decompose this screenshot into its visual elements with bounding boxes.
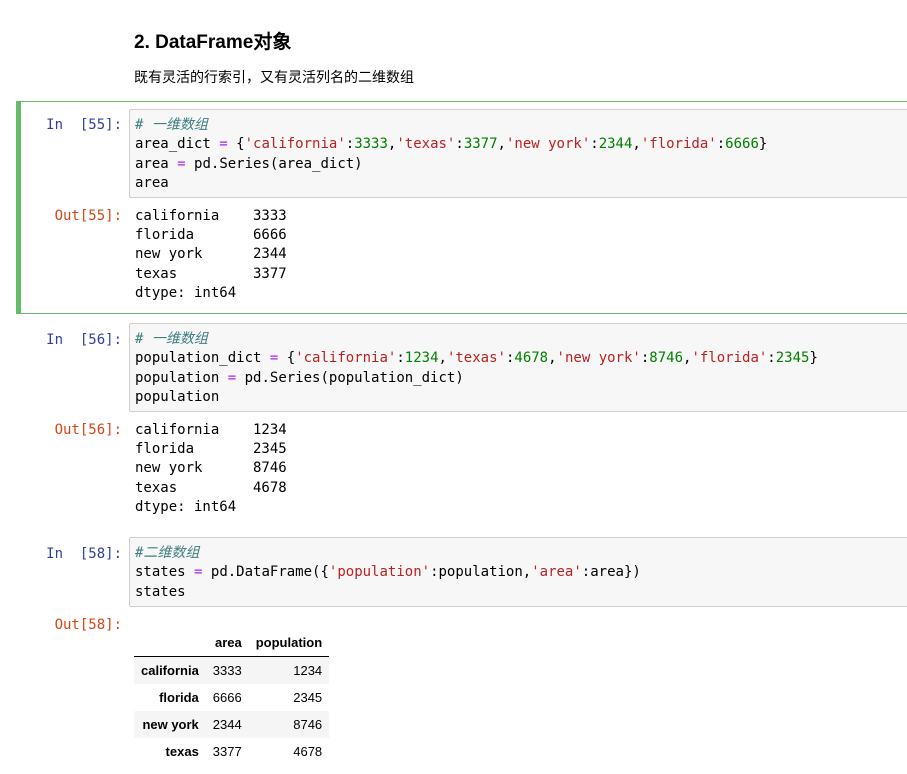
code-number: 4678 bbox=[514, 350, 549, 367]
code-call: pd.DataFrame({ bbox=[210, 564, 329, 581]
table-cell: 2345 bbox=[293, 690, 323, 705]
table-row: texas 3377 4678 bbox=[134, 738, 329, 765]
output-line: dtype: int64 bbox=[135, 284, 237, 301]
code-brace: { bbox=[236, 136, 245, 153]
output-line: california 1234 bbox=[135, 422, 287, 438]
code-number: 8746 bbox=[649, 350, 683, 367]
table-cell: 2344 bbox=[212, 717, 242, 732]
table-cell: 3333 bbox=[212, 663, 242, 678]
code-var: states bbox=[135, 583, 186, 600]
code-number: 1234 bbox=[404, 350, 439, 367]
code-var: population bbox=[135, 388, 220, 405]
table-row: california 3333 1234 bbox=[134, 656, 330, 684]
code-string: 'texas' bbox=[396, 136, 456, 153]
code-var: area_dict bbox=[135, 136, 211, 153]
code-brace: } bbox=[758, 136, 768, 153]
code-var: states bbox=[135, 564, 186, 581]
output-line: florida 2345 bbox=[135, 441, 287, 458]
code-number: 3377 bbox=[463, 136, 498, 153]
output-line: new york 8746 bbox=[135, 460, 287, 477]
code-input-56[interactable]: # 一维数组 population_dict = {'california':1… bbox=[129, 323, 907, 413]
code-brace: } bbox=[809, 350, 818, 367]
table-row: florida 6666 2345 bbox=[134, 684, 329, 711]
out-prompt-55: Out[55]: bbox=[54, 208, 122, 224]
output-55: california 3333 florida 6666 new york 23… bbox=[135, 207, 287, 303]
in-prompt-56: In [56]: bbox=[46, 332, 122, 348]
code-string: 'new york' bbox=[556, 350, 641, 367]
row-index: florida bbox=[159, 690, 199, 705]
code-input-55[interactable]: # 一维数组 area_dict = {'california':3333,'t… bbox=[129, 109, 907, 199]
code-call: pd.Series(area_dict) bbox=[194, 155, 363, 172]
code-string: 'california' bbox=[295, 350, 397, 367]
code-var: population, bbox=[438, 564, 532, 581]
code-string: 'florida' bbox=[640, 136, 717, 153]
in-prompt-58: In [58]: bbox=[46, 546, 122, 562]
column-header: population bbox=[248, 629, 330, 657]
code-var: area bbox=[135, 155, 169, 172]
code-string: 'population' bbox=[328, 564, 431, 581]
code-number: 2345 bbox=[775, 350, 810, 367]
code-comment: # 一维数组 bbox=[135, 117, 208, 133]
code-string: 'florida' bbox=[691, 350, 768, 367]
output-line: florida 6666 bbox=[135, 227, 287, 244]
code-brace: { bbox=[286, 350, 296, 367]
out-prompt-56: Out[56]: bbox=[54, 422, 122, 438]
out-prompt-58: Out[58]: bbox=[54, 617, 122, 633]
table-cell: 4678 bbox=[293, 744, 323, 759]
table-header-row: area population bbox=[134, 629, 330, 657]
output-56: california 1234 florida 2345 new york 87… bbox=[135, 421, 287, 517]
code-string: 'area' bbox=[531, 564, 582, 581]
code-call: pd.Series(population_dict) bbox=[244, 369, 464, 386]
output-line: texas 3377 bbox=[135, 265, 287, 282]
code-op: = bbox=[227, 369, 237, 386]
table-cell: 6666 bbox=[212, 690, 242, 705]
output-line: california 3333 bbox=[135, 208, 287, 224]
code-comment: # 一维数组 bbox=[135, 331, 208, 347]
code-op: = bbox=[269, 350, 279, 367]
code-number: 3333 bbox=[354, 136, 388, 153]
code-op: = bbox=[194, 564, 203, 581]
in-prompt-55: In [55]: bbox=[46, 117, 122, 133]
markdown-text: 既有灵活的行索引，又有灵活列名的二维数组 bbox=[134, 70, 414, 86]
code-number: 2344 bbox=[598, 136, 633, 153]
row-index: texas bbox=[165, 744, 199, 759]
table-cell: 1234 bbox=[293, 663, 323, 678]
code-var: population_dict bbox=[135, 350, 262, 367]
column-header: area bbox=[205, 629, 249, 657]
row-index: california bbox=[141, 663, 199, 678]
index-header bbox=[134, 629, 206, 657]
output-line: texas 4678 bbox=[135, 479, 287, 496]
code-comment: #二维数组 bbox=[135, 545, 200, 561]
code-string: 'texas' bbox=[446, 350, 506, 367]
dataframe-table: area population california 3333 1234 flo… bbox=[134, 629, 330, 765]
code-input-58[interactable]: #二维数组 states = pd.DataFrame({'population… bbox=[129, 537, 907, 607]
table-cell: 8746 bbox=[293, 717, 323, 732]
code-var: population bbox=[135, 369, 220, 386]
code-string: 'california' bbox=[244, 136, 346, 153]
code-var: area bbox=[135, 174, 169, 191]
table-row: new york 2344 8746 bbox=[134, 711, 330, 738]
code-op: = bbox=[219, 136, 228, 153]
code-string: 'new york' bbox=[505, 136, 591, 153]
markdown-heading: 2. DataFrame对象 bbox=[134, 32, 292, 53]
code-op: = bbox=[177, 155, 186, 172]
output-line: new york 2344 bbox=[135, 246, 287, 263]
code-number: 6666 bbox=[725, 136, 759, 153]
table-cell: 3377 bbox=[212, 744, 242, 759]
code-var: area}) bbox=[590, 564, 641, 581]
row-index: new york bbox=[142, 717, 199, 732]
output-line: dtype: int64 bbox=[135, 498, 237, 515]
